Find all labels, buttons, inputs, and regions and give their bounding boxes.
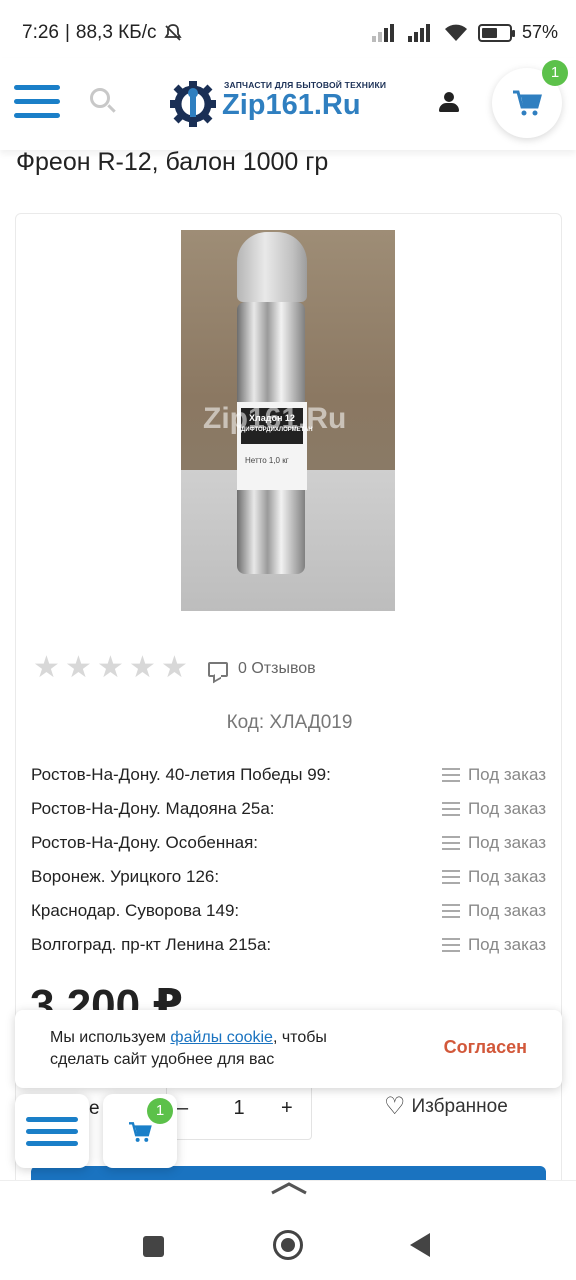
store-address: Краснодар. Суворова 149:: [31, 901, 240, 920]
store-address: Ростов-На-Дону. 40-летия Победы 99:: [31, 765, 331, 784]
list-icon: [441, 870, 460, 884]
status-left: 7:26 | 88,3 КБ/с: [22, 22, 183, 44]
store-status-label: Под заказ: [467, 799, 546, 818]
list-icon: [441, 836, 460, 850]
star-icon[interactable]: ★: [33, 653, 60, 683]
comment-icon: [208, 661, 228, 677]
store-status: Под заказ: [441, 799, 546, 819]
status-speed: 88,3 КБ/с: [75, 22, 157, 43]
cart-icon: [129, 1122, 152, 1142]
star-icon[interactable]: ★: [129, 653, 156, 683]
floating-menu-button[interactable]: [15, 1094, 89, 1168]
floating-cart-button[interactable]: 1: [103, 1094, 177, 1168]
floating-cart-count-badge: 1: [147, 1098, 173, 1124]
store-address: Волгоград. пр-кт Ленина 215а:: [31, 935, 272, 954]
notifications-off-icon: [163, 24, 182, 41]
star-icon[interactable]: ★: [161, 653, 188, 683]
watermark: Zip161.Ru: [203, 402, 347, 435]
back-button[interactable]: [410, 1233, 430, 1257]
store-address: Ростов-На-Дону. Мадояна 25а:: [31, 799, 275, 818]
product-cap-image: [237, 232, 307, 302]
cookie-policy-link[interactable]: файлы cookie: [170, 1029, 273, 1046]
store-availability-list: Ростов-На-Дону. 40-летия Победы 99: Под з…: [31, 763, 546, 967]
favorite-label: Избранное: [411, 1096, 508, 1117]
store-status: Под заказ: [441, 867, 546, 887]
quantity-value[interactable]: 1: [227, 1097, 251, 1120]
system-navigation-bar: [0, 1180, 576, 1280]
list-icon: [441, 768, 460, 782]
store-row: Воронеж. Урицкого 126: Под заказ: [31, 865, 546, 899]
cart-icon: [513, 90, 542, 116]
product-photo[interactable]: Хладон 12 ДИФТОРДИХЛОРМЕТАН Нетто 1,0 кг…: [181, 230, 395, 611]
user-icon[interactable]: [438, 92, 460, 114]
star-icon[interactable]: ★: [65, 653, 92, 683]
store-status-label: Под заказ: [467, 833, 546, 852]
signal-icon-2: [407, 23, 434, 42]
store-row: Ростов-На-Дону. Особенная: Под заказ: [31, 831, 546, 865]
store-row: Волгоград. пр-кт Ленина 215а: Под заказ: [31, 933, 546, 967]
quantity-increase-button[interactable]: +: [281, 1097, 293, 1120]
star-icon[interactable]: ★: [97, 653, 124, 683]
status-right: 57%: [371, 22, 558, 43]
search-icon[interactable]: [90, 88, 116, 114]
heart-icon: ♡: [384, 1093, 406, 1120]
quantity-label-fragment: е: [89, 1098, 100, 1119]
store-row: Ростов-На-Дону. Мадояна 25а: Под заказ: [31, 797, 546, 831]
home-button[interactable]: [273, 1230, 303, 1260]
cart-button[interactable]: 1: [492, 60, 568, 138]
cookie-banner: Мы используем файлы cookie, чтобы сделат…: [15, 1010, 562, 1088]
store-row: Краснодар. Суворова 149: Под заказ: [31, 899, 546, 933]
product-code: Код: ХЛАД019: [226, 712, 353, 733]
store-status: Под заказ: [441, 901, 546, 921]
battery-percent: 57%: [521, 22, 558, 42]
battery-icon: [477, 23, 515, 42]
status-divider: |: [64, 22, 70, 43]
store-address: Ростов-На-Дону. Особенная:: [31, 833, 259, 852]
site-logo[interactable]: ЗАПЧАСТИ ДЛЯ БЫТОВОЙ ТЕХНИКИ Zip161.Ru: [170, 78, 386, 130]
store-status-label: Под заказ: [467, 765, 546, 784]
page-title: Фреон R-12, балон 1000 гр: [16, 148, 329, 176]
site-header: ЗАПЧАСТИ ДЛЯ БЫТОВОЙ ТЕХНИКИ Zip161.Ru 1: [0, 58, 576, 150]
list-icon: [441, 904, 460, 918]
chevron-up-icon[interactable]: [270, 1181, 308, 1195]
cookie-accept-button[interactable]: Согласен: [444, 1037, 527, 1058]
rating-stars[interactable]: ★ ★ ★ ★ ★: [33, 653, 188, 683]
reviews-count: 0 Отзывов: [238, 660, 316, 677]
wifi-icon: [444, 24, 467, 41]
cookie-text-before: Мы используем: [50, 1029, 171, 1046]
list-icon: [441, 938, 460, 952]
reviews-link[interactable]: 0 Отзывов: [208, 660, 316, 678]
store-status-label: Под заказ: [467, 935, 546, 954]
quantity-decrease-button[interactable]: –: [177, 1097, 188, 1120]
label-weight: Нетто 1,0 кг: [245, 456, 289, 465]
store-status: Под заказ: [441, 765, 546, 785]
cart-count-badge: 1: [542, 60, 568, 86]
gear-logo-icon: [170, 81, 216, 127]
recent-apps-button[interactable]: [143, 1236, 164, 1257]
menu-button[interactable]: [14, 85, 60, 119]
favorite-button[interactable]: ♡ Избранное: [384, 1093, 508, 1120]
store-status: Под заказ: [441, 935, 546, 955]
store-status: Под заказ: [441, 833, 546, 853]
store-status-label: Под заказ: [467, 901, 546, 920]
status-time: 7:26: [22, 22, 59, 43]
cookie-message: Мы используем файлы cookie, чтобы сделат…: [50, 1027, 380, 1071]
store-status-label: Под заказ: [467, 867, 546, 886]
list-icon: [441, 802, 460, 816]
store-address: Воронеж. Урицкого 126:: [31, 867, 220, 886]
signal-icon: [371, 23, 398, 42]
store-row: Ростов-На-Дону. 40-летия Победы 99: Под з…: [31, 763, 546, 797]
logo-name: Zip161.Ru: [222, 89, 361, 121]
